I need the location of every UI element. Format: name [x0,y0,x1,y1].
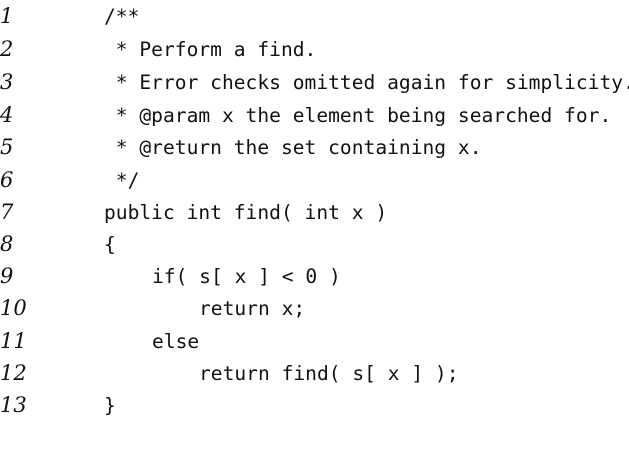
line-number: 11 [0,329,27,353]
line-number: 5 [0,135,14,159]
code-line-5: 5 * @return the set containing x. [0,131,629,164]
line-text: * Perform a find. [104,38,317,61]
line-number: 13 [0,393,27,417]
line-text: } [104,394,116,417]
line-number: 8 [0,232,14,256]
line-number: 2 [0,37,14,61]
code-line-9: 9 if( s[ x ] < 0 ) [0,260,629,293]
code-line-2: 2 * Perform a find. [0,33,629,66]
line-number: 12 [0,361,27,385]
line-number: 6 [0,168,14,192]
code-line-12: 12 return find( s[ x ] ); [0,357,629,390]
line-text: { [104,233,116,256]
code-line-3: 3 * Error checks omitted again for simpl… [0,66,629,99]
line-number: 3 [0,70,14,94]
line-text: /** [104,5,140,28]
code-line-11: 11 else [0,325,629,358]
line-text: * @param x the element being searched fo… [104,104,612,127]
line-text: public int find( int x ) [104,201,388,224]
line-text: if( s[ x ] < 0 ) [152,265,341,288]
line-text: return find( s[ x ] ); [199,362,459,385]
line-text: else [152,330,200,353]
line-text: return x; [199,297,306,320]
line-number: 4 [0,103,14,127]
line-text: * Error checks omitted again for simplic… [104,71,629,94]
code-line-4: 4 * @param x the element being searched … [0,99,629,132]
code-line-6: 6 */ [0,164,629,197]
code-line-8: 8 { [0,228,629,261]
line-number: 10 [0,296,27,320]
line-text: */ [104,169,140,192]
code-line-10: 10 return x; [0,292,629,325]
code-line-13: 13 } [0,389,629,422]
line-text: * @return the set containing x. [104,136,482,159]
code-line-7: 7 public int find( int x ) [0,196,629,229]
line-number: 9 [0,264,14,288]
line-number: 7 [0,200,14,224]
code-line-1: 1 /** [0,0,629,33]
line-number: 1 [0,4,14,28]
code-listing: 1 /** 2 * Perform a find. 3 * Error chec… [0,0,629,420]
